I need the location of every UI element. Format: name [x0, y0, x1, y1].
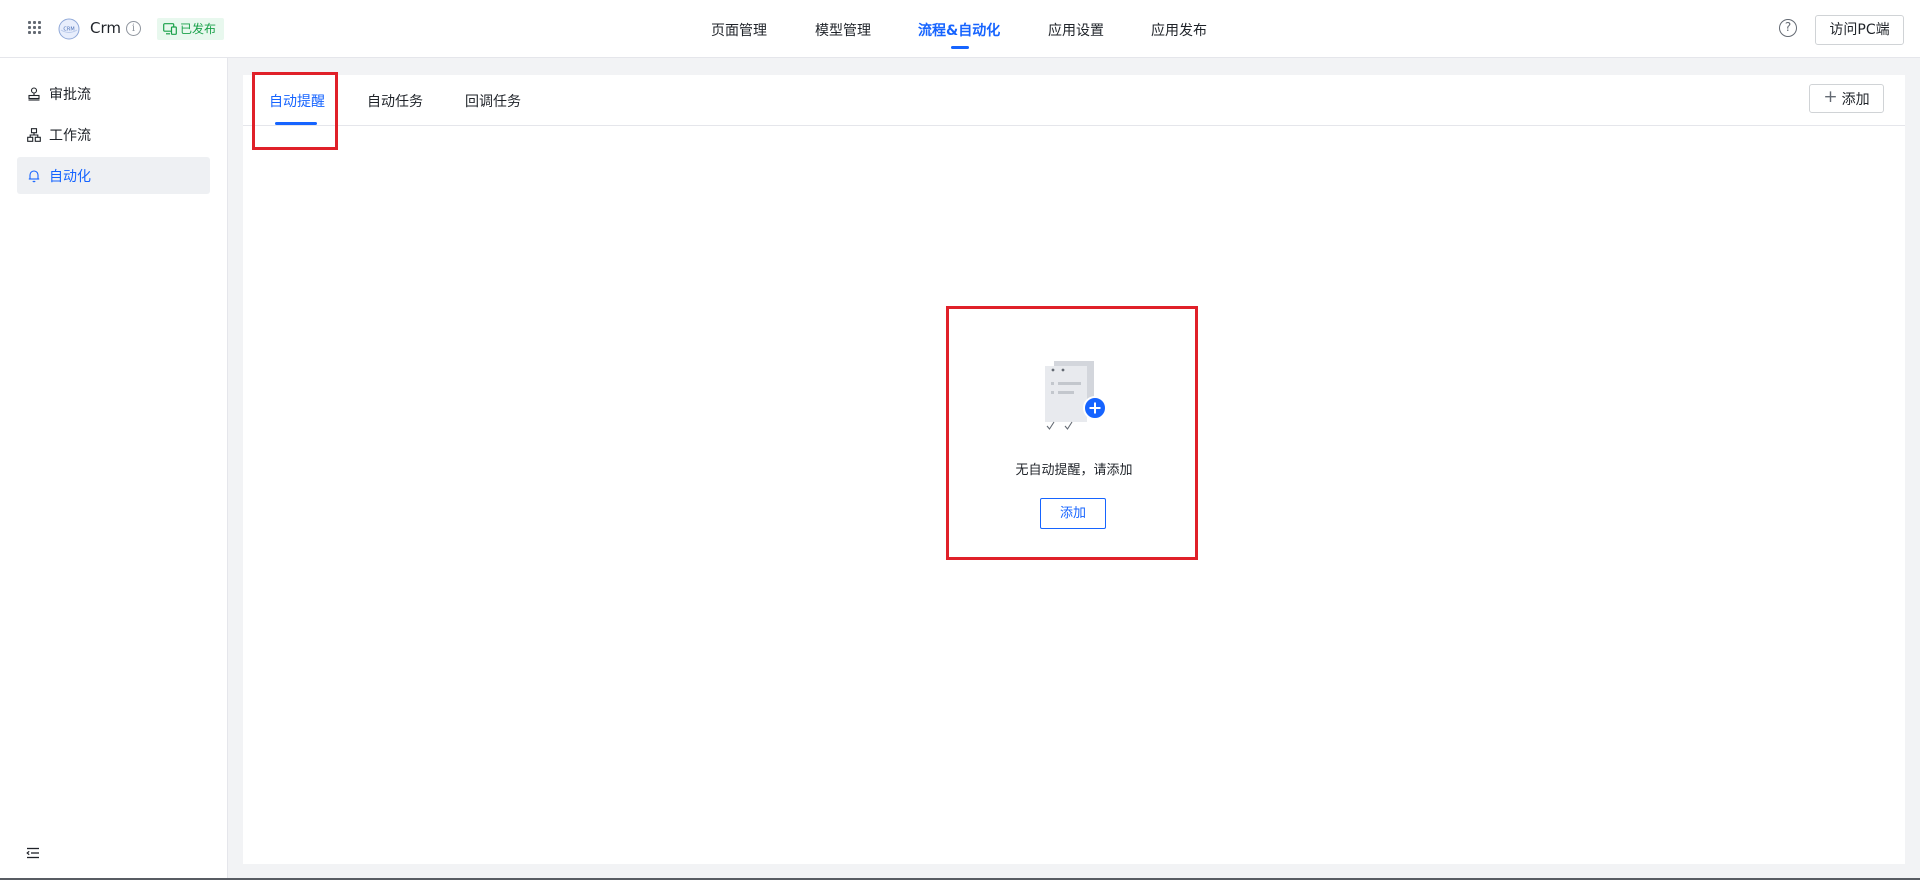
- devices-icon: [163, 23, 177, 35]
- sidebar-item-label: 审批流: [49, 86, 91, 103]
- sidebar-item-automation[interactable]: 自动化: [17, 157, 210, 194]
- tab-callback-task[interactable]: 回调任务: [465, 91, 521, 111]
- empty-document-icon: [1045, 361, 1107, 430]
- topnav-item-app-settings[interactable]: 应用设置: [1048, 20, 1104, 40]
- sidebar-item-label: 工作流: [49, 127, 91, 144]
- question-circle-icon[interactable]: ?: [1779, 19, 1797, 37]
- topnav-active-indicator: [951, 46, 969, 49]
- visit-pc-button[interactable]: 访问PC端: [1815, 15, 1904, 45]
- top-nav: 页面管理 模型管理 流程&自动化 应用设置 应用发布: [0, 0, 1920, 58]
- add-button[interactable]: + 添加: [1809, 84, 1884, 113]
- plus-icon: +: [1823, 87, 1838, 107]
- empty-state-add-button[interactable]: 添加: [1040, 498, 1106, 529]
- topnav-item-model-management[interactable]: 模型管理: [815, 20, 871, 40]
- tab-active-indicator: [275, 122, 317, 125]
- status-badge: 已发布: [157, 18, 225, 40]
- tab-bar: 自动提醒 自动任务 回调任务 + 添加: [243, 75, 1905, 126]
- sidebar-item-label: 自动化: [49, 168, 91, 185]
- tab-auto-reminder[interactable]: 自动提醒: [269, 91, 325, 111]
- collapse-menu-icon[interactable]: [26, 847, 40, 859]
- info-icon[interactable]: i: [126, 21, 141, 36]
- automation-panel: 自动提醒 自动任务 回调任务 + 添加 无自动提醒，请添加 添加: [243, 75, 1905, 864]
- workflow-icon: [27, 127, 41, 142]
- app-logo-text: CRM: [63, 27, 74, 33]
- empty-state-message: 无自动提醒，请添加: [1015, 463, 1133, 478]
- sidebar-item-workflow[interactable]: 工作流: [17, 116, 210, 153]
- tab-auto-task[interactable]: 自动任务: [367, 91, 423, 111]
- topnav-item-flow-automation[interactable]: 流程&自动化: [918, 20, 1000, 40]
- sidebar-item-approval-flow[interactable]: 审批流: [17, 75, 210, 112]
- app-grid-icon[interactable]: [28, 21, 42, 35]
- top-bar: CRM Crm i 已发布 页面管理 模型管理 流程&自动化 应用设置 应用发布…: [0, 0, 1920, 58]
- topnav-item-app-publish[interactable]: 应用发布: [1151, 20, 1207, 40]
- add-button-label: 添加: [1841, 91, 1870, 108]
- bell-icon: [28, 169, 40, 182]
- topnav-item-page-management[interactable]: 页面管理: [711, 20, 767, 40]
- stamp-icon: [28, 86, 40, 101]
- status-badge-label: 已发布: [180, 22, 217, 36]
- app-logo-icon: CRM: [58, 18, 80, 40]
- app-name: Crm: [90, 19, 121, 37]
- sidebar: 审批流 工作流 自动化: [0, 58, 228, 880]
